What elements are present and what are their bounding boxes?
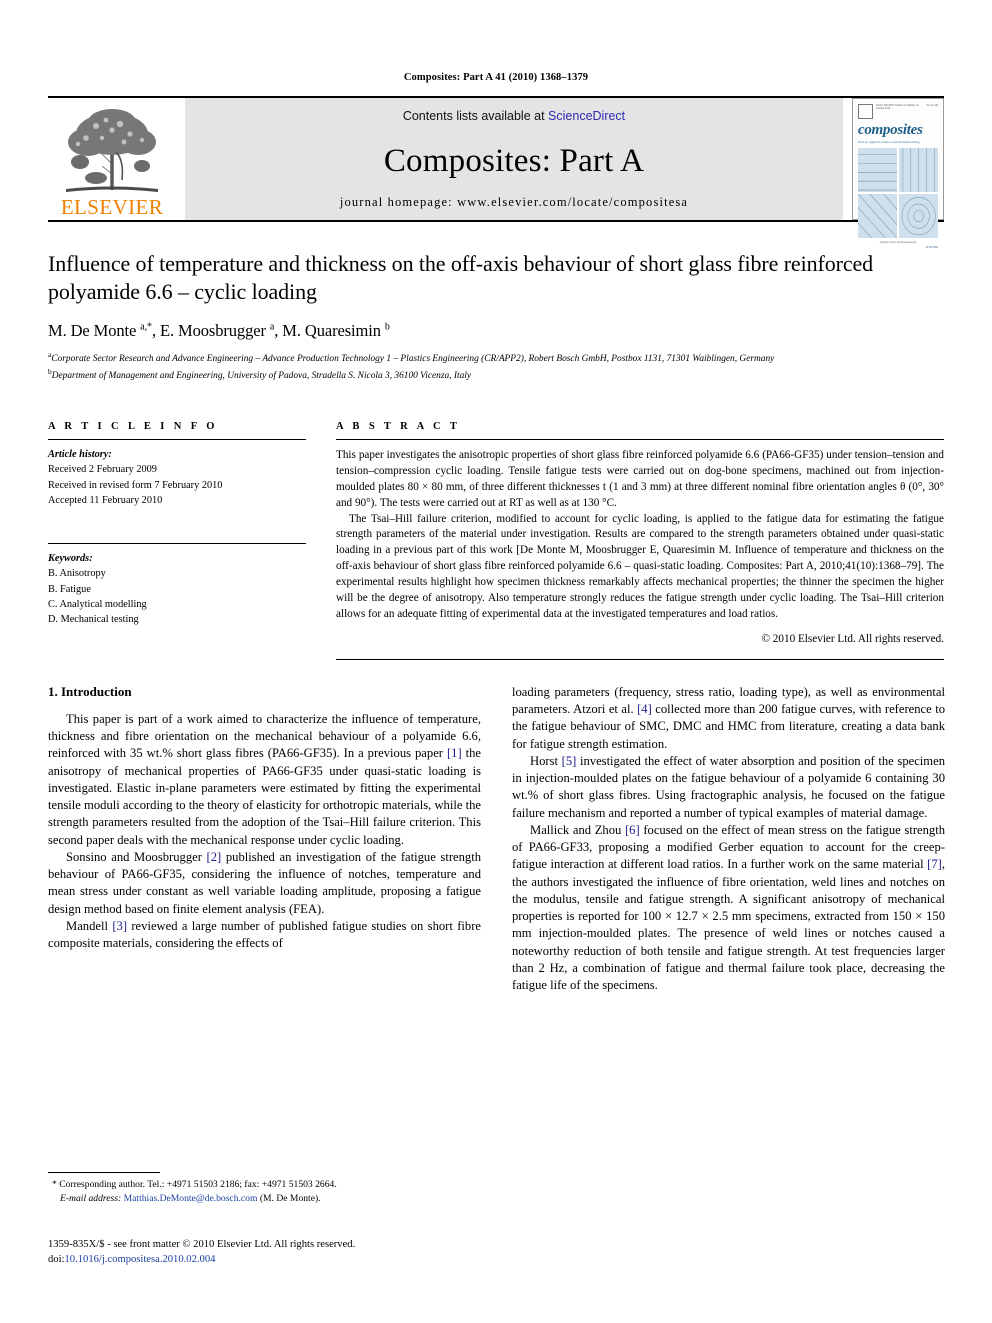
- abstract-bottom-rule: [336, 658, 944, 660]
- title-block: Influence of temperature and thickness o…: [48, 250, 944, 384]
- cover-issue-line: ISSN 1359-835X Volume 41 Number 10 Octob…: [876, 104, 919, 111]
- footnote-marker: *: [52, 1179, 57, 1190]
- masthead-bottom-rule: [48, 220, 944, 222]
- info-abstract-row: A R T I C L E I N F O Article history: R…: [48, 421, 944, 660]
- doi-link[interactable]: 10.1016/j.compositesa.2010.02.004: [64, 1254, 215, 1265]
- article-info-column: A R T I C L E I N F O Article history: R…: [48, 421, 306, 660]
- cover-volume-line: Vol 41 (10): [926, 104, 938, 107]
- body-columns: 1. Introduction This paper is part of a …: [48, 684, 945, 995]
- cover-caption: Applied science and manufacturing: [879, 241, 917, 244]
- email-label: E-mail address:: [60, 1192, 122, 1204]
- footnote-line: * Corresponding author. Tel.: +4971 5150…: [48, 1178, 481, 1206]
- abstract-column: A B S T R A C T This paper investigates …: [336, 421, 944, 660]
- journal-homepage[interactable]: journal homepage: www.elsevier.com/locat…: [340, 195, 688, 210]
- keyword-item: C. Analytical modelling: [48, 599, 147, 610]
- footnote-rule: [48, 1172, 160, 1173]
- abstract-paragraph: The Tsai–Hill failure criterion, modifie…: [336, 512, 944, 620]
- article-history-item: Received in revised form 7 February 2010: [48, 479, 223, 491]
- sciencedirect-link[interactable]: ScienceDirect: [548, 109, 625, 123]
- affiliation-b-text: Department of Management and Engineering…: [51, 371, 472, 382]
- elsevier-tree-icon: [56, 104, 168, 196]
- citation-7[interactable]: [7]: [927, 857, 942, 871]
- article-history-item: Received 2 February 2009: [48, 464, 157, 476]
- keywords-rule: [48, 542, 306, 544]
- journal-cover-thumbnail: ISSN 1359-835X Volume 41 Number 10 Octob…: [852, 98, 944, 249]
- running-head: Composites: Part A 41 (2010) 1368–1379: [403, 72, 589, 83]
- page-title: Influence of temperature and thickness o…: [48, 251, 874, 304]
- affiliations: aCorporate Sector Research and Advance E…: [48, 350, 944, 384]
- citation-1[interactable]: [1]: [447, 746, 462, 760]
- doi-line: doi:10.1016/j.compositesa.2010.02.004: [48, 1252, 588, 1267]
- keyword-item: D. Mechanical testing: [48, 614, 139, 626]
- elsevier-wordmark: ELSEVIER: [60, 195, 164, 219]
- body-paragraph: Horst [5] investigated the effect of wat…: [512, 753, 945, 820]
- elsevier-logo: ELSEVIER: [48, 98, 176, 220]
- doi-label: doi:: [48, 1254, 65, 1266]
- citation-2[interactable]: [2]: [207, 850, 222, 864]
- cover-header: ISSN 1359-835X Volume 41 Number 10 Octob…: [858, 104, 938, 119]
- body-paragraph: loading parameters (frequency, stress ra…: [512, 684, 945, 751]
- email-owner: (M. De Monte).: [259, 1192, 321, 1204]
- section-heading-introduction: 1. Introduction: [48, 683, 132, 699]
- affiliation-a-text: Corporate Sector Research and Advance En…: [51, 354, 775, 365]
- footnote-text: Corresponding author. Tel.: +4971 51503 …: [59, 1179, 337, 1190]
- body-column-right: loading parameters (frequency, stress ra…: [512, 684, 945, 995]
- abstract-heading: A B S T R A C T: [336, 420, 461, 432]
- keyword-item: B. Fatigue: [48, 583, 91, 595]
- article-history-label: Article history:: [48, 448, 112, 460]
- citation-5[interactable]: [5]: [562, 754, 577, 768]
- affiliation-b: bDepartment of Management and Engineerin…: [48, 367, 472, 382]
- journal-masthead: ELSEVIER Contents lists available at Sci…: [48, 98, 944, 249]
- keywords-list: Keywords: B. Anisotropy B. Fatigue C. An…: [48, 551, 306, 628]
- abstract-rule: [336, 438, 944, 440]
- article-info-rule: [48, 438, 306, 440]
- body-paragraph: Mallick and Zhou [6] focused on the effe…: [512, 822, 945, 993]
- cover-micrograph-cell: [858, 148, 898, 193]
- cover-micrograph-cell: [858, 193, 898, 238]
- issn-copyright-line: 1359-835X/$ - see front matter © 2010 El…: [48, 1239, 356, 1250]
- cover-wordmark: composites: [858, 122, 923, 138]
- article-history-item: Accepted 11 February 2010: [48, 495, 163, 507]
- body-column-left: 1. Introduction This paper is part of a …: [48, 684, 481, 995]
- citation-4[interactable]: [4]: [637, 702, 652, 716]
- contents-prefix: Contents lists available at: [402, 109, 545, 123]
- paper-page: Composites: Part A 41 (2010) 1368–1379 E…: [0, 0, 992, 1323]
- journal-title: Composites: Part A: [383, 142, 645, 179]
- abstract-body: This paper investigates the anisotropic …: [336, 448, 944, 648]
- author-list: M. De Monte a,*, E. Moosbrugger a, M. Qu…: [48, 321, 944, 341]
- cover-micrograph-cell: [898, 148, 938, 193]
- contents-line: Contents lists available at ScienceDirec…: [403, 109, 625, 123]
- article-info-heading: A R T I C L E I N F O: [48, 420, 218, 432]
- body-paragraph: This paper is part of a work aimed to ch…: [48, 711, 481, 847]
- cover-publisher-mark-icon: [858, 104, 873, 119]
- article-history: Article history: Received 2 February 200…: [48, 447, 306, 509]
- corresponding-author-footnote: * Corresponding author. Tel.: +4971 5150…: [48, 1172, 481, 1206]
- cover-micrograph-cell: [898, 193, 938, 238]
- keywords-label: Keywords:: [48, 552, 93, 564]
- keyword-item: B. Anisotropy: [48, 568, 106, 580]
- keywords-block: Keywords: B. Anisotropy B. Fatigue C. An…: [48, 542, 306, 628]
- cover-subtitle: Part A: applied science and manufacturin…: [858, 140, 920, 144]
- citation-3[interactable]: [3]: [112, 919, 127, 933]
- cover-imprint: ELSEVIER: [858, 246, 938, 249]
- cover-micrograph-grid: [858, 148, 938, 238]
- email-link[interactable]: Matthias.DeMonte@de.bosch.com: [124, 1193, 258, 1204]
- abstract-copyright: © 2010 Elsevier Ltd. All rights reserved…: [761, 632, 945, 645]
- journal-banner: Contents lists available at ScienceDirec…: [185, 98, 843, 220]
- affiliation-a: aCorporate Sector Research and Advance E…: [48, 350, 775, 365]
- abstract-paragraph: This paper investigates the anisotropic …: [336, 448, 944, 509]
- cover-imprint-label: ELSEVIER: [925, 246, 938, 249]
- authors-text: M. De Monte a,*, E. Moosbrugger a, M. Qu…: [48, 321, 390, 341]
- page-footer: 1359-835X/$ - see front matter © 2010 El…: [48, 1237, 588, 1268]
- citation-6[interactable]: [6]: [625, 823, 640, 837]
- body-paragraph: Mandell [3] reviewed a large number of p…: [48, 918, 481, 951]
- body-paragraph: Sonsino and Moosbrugger [2] published an…: [48, 849, 482, 916]
